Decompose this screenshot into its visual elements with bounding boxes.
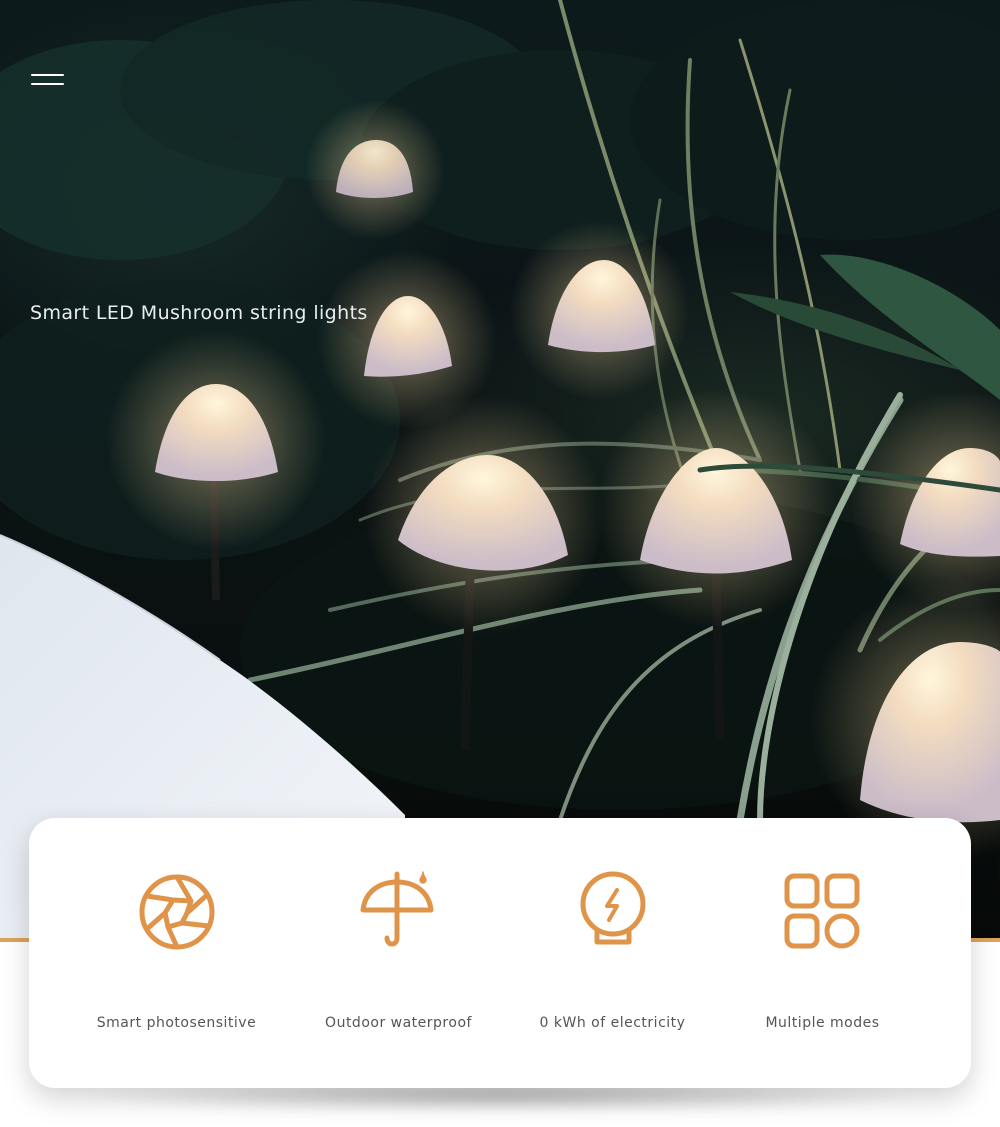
umbrella-icon: [357, 870, 441, 954]
feature-label: Multiple modes: [765, 1015, 880, 1031]
lightbulb-bolt-icon: [571, 870, 655, 954]
feature-label: Smart photosensitive: [96, 1015, 257, 1031]
feature-outdoor-waterproof: Outdoor waterproof: [281, 818, 516, 1088]
hero-title: Smart LED Mushroom string lights: [30, 302, 368, 324]
features-card: Smart photosensitive Outdoor waterproof …: [29, 818, 971, 1088]
feature-label: 0 kWh of electricity: [539, 1015, 686, 1031]
grid-modes-icon: [781, 870, 865, 954]
garden-scene-illustration: [0, 0, 1000, 940]
hamburger-menu-icon[interactable]: [31, 72, 64, 88]
aperture-icon: [135, 870, 219, 954]
feature-smart-photosensitive: Smart photosensitive: [59, 818, 294, 1088]
feature-multiple-modes: Multiple modes: [705, 818, 940, 1088]
feature-label: Outdoor waterproof: [325, 1015, 472, 1031]
feature-zero-electricity: 0 kWh of electricity: [495, 818, 730, 1088]
menu-bar: [31, 83, 64, 85]
menu-bar: [31, 74, 64, 76]
hero-banner: Smart LED Mushroom string lights: [0, 0, 1000, 940]
